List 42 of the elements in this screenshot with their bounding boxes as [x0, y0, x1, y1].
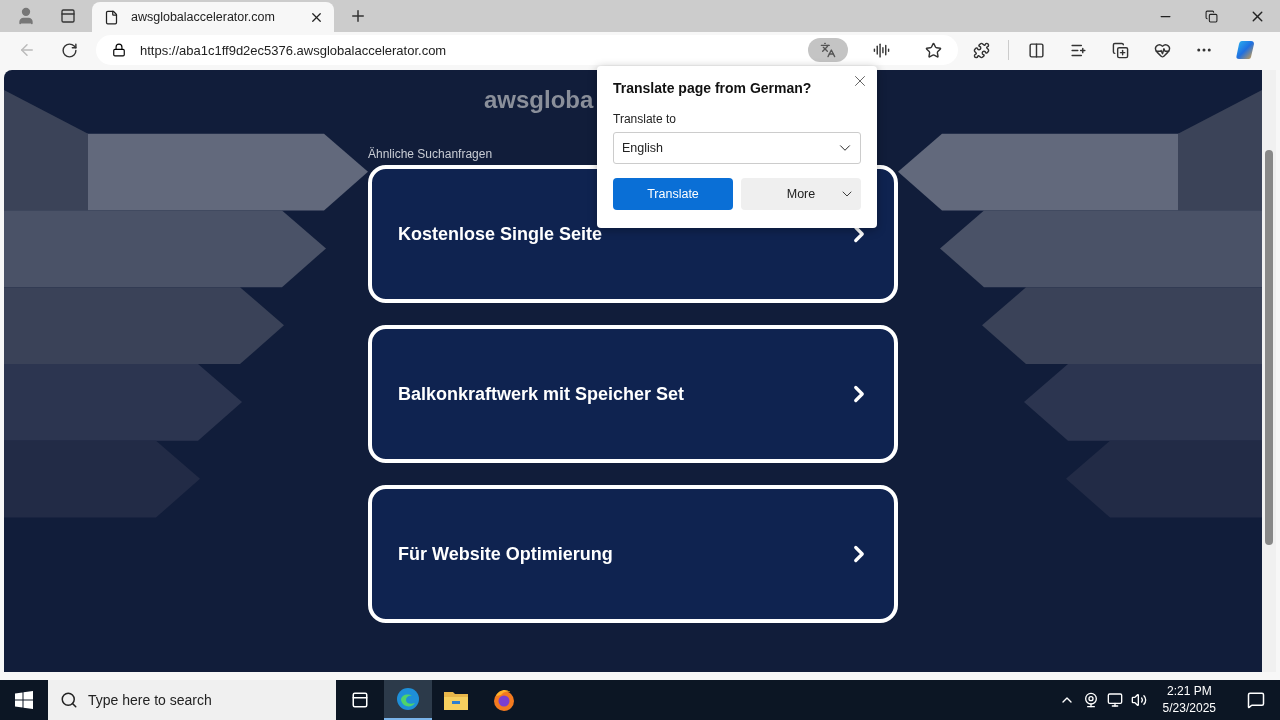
windows-logo-icon[interactable]: [15, 691, 33, 709]
network-icon[interactable]: [1106, 692, 1123, 708]
taskbar-search-field[interactable]: Type here to search: [48, 680, 336, 720]
field-label: Translate to: [613, 112, 677, 126]
related-searches-label: Ähnliche Suchanfragen: [368, 147, 493, 161]
translate-button[interactable]: [808, 38, 848, 62]
folder-icon[interactable]: [444, 690, 468, 710]
collections-icon[interactable]: [1111, 41, 1129, 59]
url-text: https://aba1c1ff9d2ec5376.awsglobalaccelerator.com: [140, 42, 448, 58]
refresh-icon[interactable]: [60, 41, 78, 59]
browser-icon[interactable]: [396, 687, 420, 711]
browser-tab[interactable]: awsglobalaccelerator.com: [92, 2, 334, 32]
translate-icon: [820, 42, 836, 58]
task-view-icon[interactable]: [351, 691, 369, 709]
page-icon: [104, 9, 119, 25]
notification-icon[interactable]: [1247, 691, 1265, 709]
profile-icon[interactable]: [16, 6, 36, 26]
address-bar[interactable]: https://aba1c1ff9d2ec5376.awsglobalaccelerator.com: [96, 35, 958, 65]
read-aloud-icon[interactable]: [872, 41, 890, 59]
scrollbar[interactable]: [1262, 70, 1276, 672]
translate-button[interactable]: Translate: [613, 178, 733, 210]
webcam-icon[interactable]: [1082, 692, 1099, 708]
more-button[interactable]: More: [741, 178, 861, 210]
star-icon[interactable]: [924, 41, 942, 59]
language-select[interactable]: English: [613, 132, 861, 164]
new-tab-icon[interactable]: [349, 7, 367, 25]
fox-browser-icon[interactable]: [492, 688, 516, 712]
copilot-icon[interactable]: [1235, 39, 1257, 61]
tab-actions-icon[interactable]: [60, 8, 76, 24]
heart-pulse-icon[interactable]: [1153, 41, 1171, 59]
clock[interactable]: 2:21 PM 5/23/2025: [1154, 683, 1224, 717]
search-link-card[interactable]: Balkonkraftwerk mit Speicher Set: [368, 325, 898, 463]
volume-icon[interactable]: [1130, 692, 1147, 708]
lock-icon: [112, 43, 126, 57]
search-icon: [60, 691, 78, 709]
tab-title: awsglobalaccelerator.com: [131, 10, 276, 24]
split-screen-icon[interactable]: [1027, 41, 1045, 59]
puzzle-icon[interactable]: [972, 41, 990, 59]
search-link-card[interactable]: Für Website Optimierung: [368, 485, 898, 623]
restore-icon[interactable]: [1204, 9, 1218, 23]
site-heading: awsgloba: [484, 86, 594, 115]
popup-title: Translate page from German?: [613, 80, 813, 96]
